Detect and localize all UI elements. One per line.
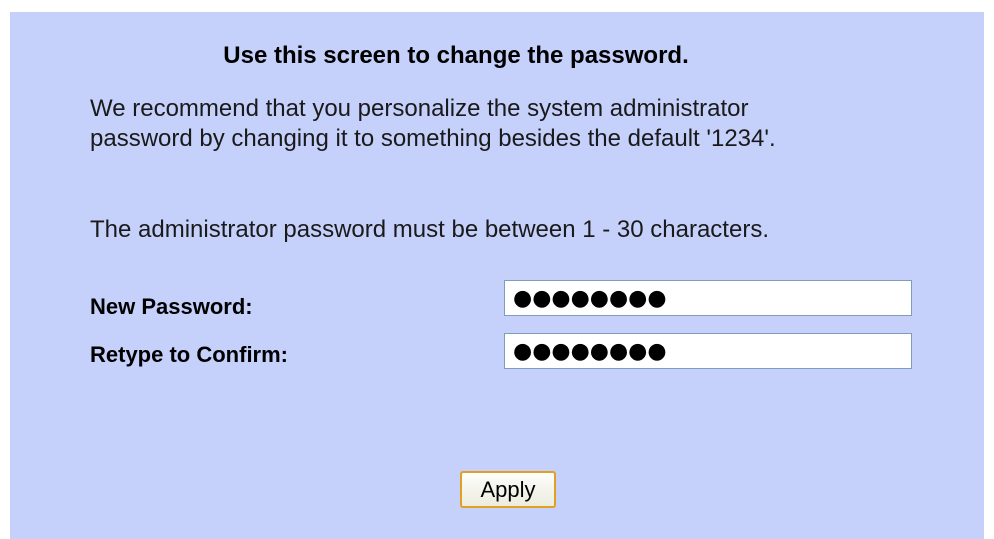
confirm-password-field[interactable] <box>504 333 912 369</box>
password-panel: Use this screen to change the password. … <box>10 12 984 539</box>
requirement-text: The administrator password must be betwe… <box>90 216 769 243</box>
recommendation-line-1: We recommend that you personalize the sy… <box>90 95 749 122</box>
page-heading: Use this screen to change the password. <box>223 42 689 69</box>
new-password-label: New Password: <box>90 294 253 319</box>
recommendation-text: We recommend that you personalize the sy… <box>90 94 776 154</box>
recommendation-line-2: password by changing it to something bes… <box>90 125 776 152</box>
apply-button[interactable]: Apply <box>460 471 556 508</box>
new-password-field[interactable] <box>504 280 912 316</box>
confirm-password-label: Retype to Confirm: <box>90 342 288 367</box>
